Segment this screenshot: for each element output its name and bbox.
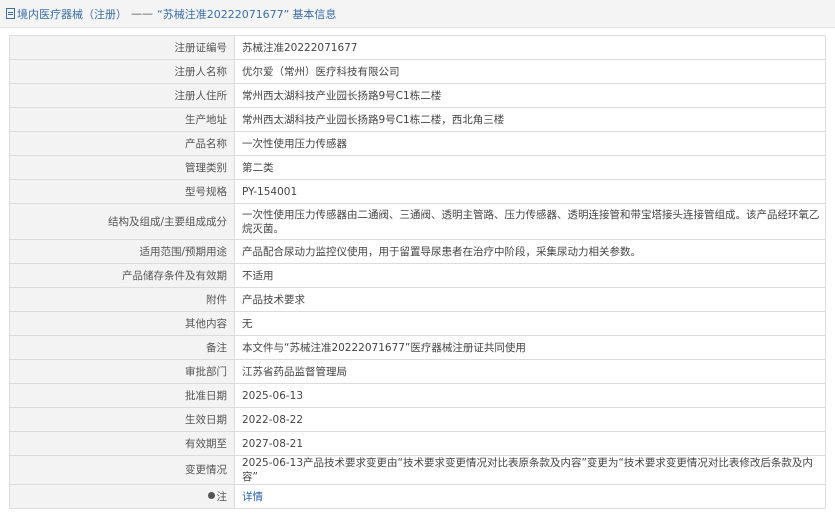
row-value: 苏械注准20222071677 (234, 35, 826, 60)
row-label: 批准日期 (9, 383, 235, 408)
row-label: 其他内容 (9, 311, 235, 336)
row-label: 产品名称 (9, 131, 235, 156)
table-row: 批准日期 2025-06-13 (9, 383, 826, 408)
row-value: 一次性使用压力传感器 (234, 131, 826, 156)
pin-icon (207, 492, 215, 499)
row-label: 有效期至 (9, 431, 235, 456)
breadcrumb: 境内医疗器械（注册） —— “苏械注准20222071677” 基本信息 (0, 0, 835, 28)
note-label-cell: 注 (9, 484, 235, 509)
row-value: 江苏省药品监督管理局 (234, 359, 826, 384)
row-label: 附件 (9, 287, 235, 312)
breadcrumb-separator: —— (131, 7, 153, 20)
table-row: 产品名称 一次性使用压力传感器 (9, 131, 826, 156)
row-value: 常州西太湖科技产业园长扬路9号C1栋二楼 (234, 83, 826, 108)
row-value: 产品配合尿动力监控仪使用，用于留置导尿患者在治疗中阶段，采集尿动力相关参数。 (234, 239, 826, 264)
row-label: 变更情况 (9, 455, 235, 485)
row-value: 2022-08-22 (234, 407, 826, 432)
row-label: 注册人名称 (9, 59, 235, 84)
table-row: 生产地址 常州西太湖科技产业园长扬路9号C1栋二楼，西北角三楼 (9, 107, 826, 132)
row-value: 一次性使用压力传感器由二通阀、三通阀、透明主管路、压力传感器、透明连接管和带宝塔… (234, 203, 826, 240)
table-row: 附件 产品技术要求 (9, 287, 826, 312)
row-value: 优尔爱（常州）医疗科技有限公司 (234, 59, 826, 84)
note-row: 注 详情 (9, 484, 826, 509)
row-value: 2027-08-21 (234, 431, 826, 456)
table-row: 生效日期 2022-08-22 (9, 407, 826, 432)
page: 境内医疗器械（注册） —— “苏械注准20222071677” 基本信息 注册证… (0, 0, 835, 518)
row-value: 2025-06-13 (234, 383, 826, 408)
row-value: 第二类 (234, 155, 826, 180)
row-label: 注册证编号 (9, 35, 235, 60)
row-label: 备注 (9, 335, 235, 360)
row-label: 型号规格 (9, 179, 235, 204)
table-row: 适用范围/预期用途 产品配合尿动力监控仪使用，用于留置导尿患者在治疗中阶段，采集… (9, 239, 826, 264)
breadcrumb-suffix: 基本信息 (292, 7, 337, 21)
note-value-cell: 详情 (234, 484, 826, 509)
row-label: 管理类别 (9, 155, 235, 180)
row-value: PY-154001 (234, 179, 826, 204)
table-row: 注册人名称 优尔爱（常州）医疗科技有限公司 (9, 59, 826, 84)
row-label: 注册人住所 (9, 83, 235, 108)
details-link[interactable]: 详情 (242, 491, 263, 503)
info-table: 注册证编号 苏械注准20222071677 注册人名称 优尔爱（常州）医疗科技有… (9, 35, 826, 509)
table-row: 其他内容 无 (9, 311, 826, 336)
row-label: 产品储存条件及有效期 (9, 263, 235, 288)
row-value: 2025-06-13产品技术要求变更由“技术要求变更情况对比表原条款及内容”变更… (234, 455, 826, 485)
note-label: 注 (216, 490, 228, 503)
row-value: 本文件与“苏械注准20222071677”医疗器械注册证共同使用 (234, 335, 826, 360)
table-row: 注册人住所 常州西太湖科技产业园长扬路9号C1栋二楼 (9, 83, 826, 108)
row-value: 不适用 (234, 263, 826, 288)
breadcrumb-reg-number: “苏械注准20222071677” (157, 7, 290, 21)
row-label: 适用范围/预期用途 (9, 239, 235, 264)
row-value: 无 (234, 311, 826, 336)
row-label: 生效日期 (9, 407, 235, 432)
table-row: 审批部门 江苏省药品监督管理局 (9, 359, 826, 384)
row-label: 生产地址 (9, 107, 235, 132)
breadcrumb-section[interactable]: 境内医疗器械（注册） (17, 6, 127, 22)
table-row: 产品储存条件及有效期 不适用 (9, 263, 826, 288)
row-value: 产品技术要求 (234, 287, 826, 312)
row-label: 结构及组成/主要组成成分 (9, 203, 235, 240)
table-row: 注册证编号 苏械注准20222071677 (9, 35, 826, 60)
row-value: 常州西太湖科技产业园长扬路9号C1栋二楼，西北角三楼 (234, 107, 826, 132)
table-row: 型号规格 PY-154001 (9, 179, 826, 204)
table-row: 结构及组成/主要组成成分 一次性使用压力传感器由二通阀、三通阀、透明主管路、压力… (9, 203, 826, 240)
table-row: 变更情况 2025-06-13产品技术要求变更由“技术要求变更情况对比表原条款及… (9, 455, 826, 485)
table-row: 有效期至 2027-08-21 (9, 431, 826, 456)
row-label: 审批部门 (9, 359, 235, 384)
table-row: 备注 本文件与“苏械注准20222071677”医疗器械注册证共同使用 (9, 335, 826, 360)
table-row: 管理类别 第二类 (9, 155, 826, 180)
document-icon (6, 8, 15, 19)
